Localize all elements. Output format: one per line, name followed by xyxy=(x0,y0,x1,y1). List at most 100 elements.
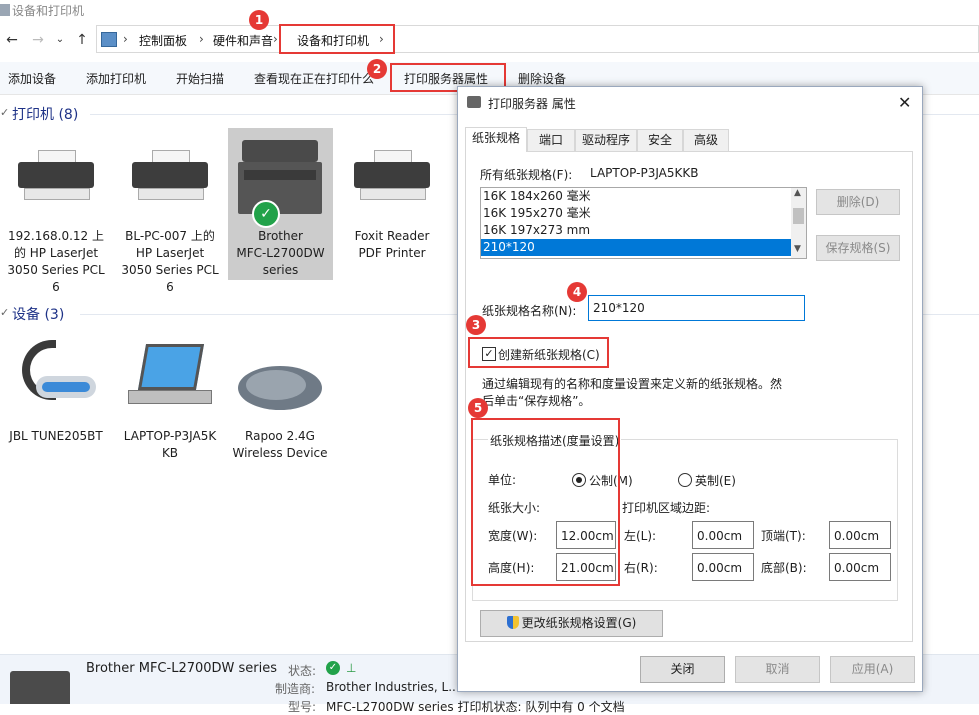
printer-label-line: 6 xyxy=(52,280,60,294)
device-label-line: Rapoo 2.4G xyxy=(245,429,315,443)
details-model-value: MFC-L2700DW series 打印机状态: 队列中有 0 个文档 xyxy=(326,700,625,714)
printer-label-line: Brother xyxy=(258,229,303,243)
right-margin-label: 右(R): xyxy=(624,561,658,575)
up-arrow-icon[interactable]: ↑ xyxy=(74,32,90,48)
annotation-badge-3: 3 xyxy=(466,315,486,335)
apply-button[interactable]: 应用(A) xyxy=(830,656,915,683)
highlight-box-3 xyxy=(468,337,609,368)
mfp-printer-icon xyxy=(238,140,322,218)
forms-listbox[interactable]: 16K 184x260 毫米 16K 195x270 毫米 16K 197x27… xyxy=(480,187,807,259)
headset-icon xyxy=(18,340,98,418)
form-name-label: 纸张规格名称(N): xyxy=(482,304,577,318)
form-name-input[interactable]: 210*120 xyxy=(588,295,805,321)
device-label-line: LAPTOP-P3JA5K xyxy=(123,429,217,443)
add-printer-button[interactable]: 添加打印机 xyxy=(86,70,146,87)
crumb-control-panel[interactable]: 控制面板 xyxy=(139,32,187,49)
control-panel-icon xyxy=(101,32,117,47)
tab-advanced[interactable]: 高级 xyxy=(683,129,729,151)
highlight-box-5 xyxy=(471,418,620,586)
printer-label-line: 3050 Series PCL xyxy=(121,263,219,277)
printer-icon xyxy=(18,150,94,200)
address-bar: ← → ⌄ ↑ › 控制面板 › 硬件和声音 › 设备和打印机 › xyxy=(0,24,979,56)
remove-device-button[interactable]: 删除设备 xyxy=(518,70,566,87)
device-label-line: Wireless Device xyxy=(232,446,328,460)
tab-security[interactable]: 安全 xyxy=(637,129,683,151)
uac-shield-icon xyxy=(506,616,519,629)
status-ok-icon: ✓ xyxy=(326,661,340,675)
device-item[interactable]: Rapoo 2.4G Wireless Device xyxy=(228,330,332,460)
device-item[interactable]: JBL TUNE205BT xyxy=(4,330,108,460)
form-list-item[interactable]: 16K 197x273 mm xyxy=(481,222,806,239)
cancel-button[interactable]: 取消 xyxy=(735,656,820,683)
recent-chevron-icon[interactable]: ⌄ xyxy=(52,32,68,48)
address-box[interactable]: › 控制面板 › 硬件和声音 › 设备和打印机 › xyxy=(96,25,979,53)
details-device-name: Brother MFC-L2700DW series xyxy=(86,661,278,676)
printer-label-line: PDF Printer xyxy=(358,246,426,260)
tab-drivers[interactable]: 驱动程序 xyxy=(575,129,637,151)
collapse-chevron-icon[interactable]: ✓ xyxy=(0,106,9,119)
device-label-line: JBL TUNE205BT xyxy=(9,429,103,443)
bottom-margin-input[interactable]: 0.00cm xyxy=(829,553,891,581)
printer-icon xyxy=(354,150,430,200)
default-check-icon: ✓ xyxy=(252,200,280,228)
crumb-separator: › xyxy=(123,32,128,46)
bottom-margin-label: 底部(B): xyxy=(761,561,807,575)
scroll-down-icon[interactable]: ▼ xyxy=(794,244,801,254)
printer-label-line: 的 HP LaserJet xyxy=(13,246,99,260)
annotation-badge-4: 4 xyxy=(567,282,587,302)
forward-arrow-icon[interactable]: → xyxy=(30,32,46,48)
close-button[interactable]: 关闭 xyxy=(640,656,725,683)
save-form-button[interactable]: 保存规格(S) xyxy=(816,235,900,261)
printer-label-line: HP LaserJet xyxy=(135,246,205,260)
details-printer-icon xyxy=(10,671,70,704)
top-margin-input[interactable]: 0.00cm xyxy=(829,521,891,549)
window-titlebar: 设备和打印机 xyxy=(0,0,979,22)
printer-label-line: 3050 Series PCL xyxy=(7,263,105,277)
printer-item[interactable]: BL-PC-007 上的 HP LaserJet 3050 Series PCL… xyxy=(118,128,222,294)
delete-form-button[interactable]: 删除(D) xyxy=(816,189,900,215)
form-list-item-selected[interactable]: 210*120 xyxy=(481,239,806,256)
details-model-label: 型号: xyxy=(288,700,317,714)
annotation-badge-2: 2 xyxy=(367,59,387,79)
dialog-title: 打印服务器 属性 xyxy=(488,97,576,111)
scroll-thumb[interactable] xyxy=(793,208,804,224)
form-list-item[interactable]: 16K 184x260 毫米 xyxy=(481,188,806,205)
english-radio[interactable] xyxy=(678,473,692,487)
left-margin-input[interactable]: 0.00cm xyxy=(692,521,754,549)
form-list-item[interactable]: 16K 195x270 毫米 xyxy=(481,205,806,222)
printer-item-selected[interactable]: ✓ Brother MFC-L2700DW series xyxy=(228,128,333,280)
collapse-chevron-icon[interactable]: ✓ xyxy=(0,306,9,319)
add-device-button[interactable]: 添加设备 xyxy=(8,70,56,87)
printers-section-header[interactable]: 打印机 (8) xyxy=(12,104,78,124)
device-item[interactable]: LAPTOP-P3JA5K KB xyxy=(118,330,222,460)
tab-forms[interactable]: 纸张规格 xyxy=(465,127,527,152)
back-arrow-icon[interactable]: ← xyxy=(4,32,20,48)
scroll-up-icon[interactable]: ▲ xyxy=(794,188,801,198)
printer-label-line: BL-PC-007 上的 xyxy=(125,229,215,243)
right-margin-input[interactable]: 0.00cm xyxy=(692,553,754,581)
highlight-box-1 xyxy=(279,24,395,54)
devices-section-header[interactable]: 设备 (3) xyxy=(12,304,64,324)
printer-item[interactable]: 192.168.0.12 上 的 HP LaserJet 3050 Series… xyxy=(4,128,108,294)
details-status-label: 状态: xyxy=(288,664,317,678)
annotation-badge-1: 1 xyxy=(249,10,269,30)
tab-ports[interactable]: 端口 xyxy=(527,129,575,151)
printer-small-icon xyxy=(467,96,481,108)
printer-icon xyxy=(132,150,208,200)
close-icon[interactable]: ✕ xyxy=(898,93,911,112)
app-icon xyxy=(0,4,10,16)
computer-name: LAPTOP-P3JA5KKB xyxy=(590,166,699,180)
status-network-icon: ⊥ xyxy=(346,661,357,675)
english-label[interactable]: 英制(E) xyxy=(695,472,736,489)
printer-label-line: series xyxy=(262,263,299,277)
details-maker-value: Brother Industries, L... xyxy=(326,680,460,694)
change-form-settings-button[interactable]: 更改纸张规格设置(G) xyxy=(480,610,663,637)
device-label-line: KB xyxy=(161,446,179,460)
list-scrollbar[interactable]: ▲ ▼ xyxy=(791,188,806,258)
crumb-hardware-sound[interactable]: 硬件和声音 xyxy=(213,32,273,49)
details-maker-label: 制造商: xyxy=(275,682,316,696)
see-printing-button[interactable]: 查看现在正在打印什么 xyxy=(254,70,374,87)
printer-item[interactable]: Foxit Reader PDF Printer xyxy=(340,128,444,268)
printer-label-line: MFC-L2700DW xyxy=(236,246,325,260)
start-scan-button[interactable]: 开始扫描 xyxy=(176,70,224,87)
